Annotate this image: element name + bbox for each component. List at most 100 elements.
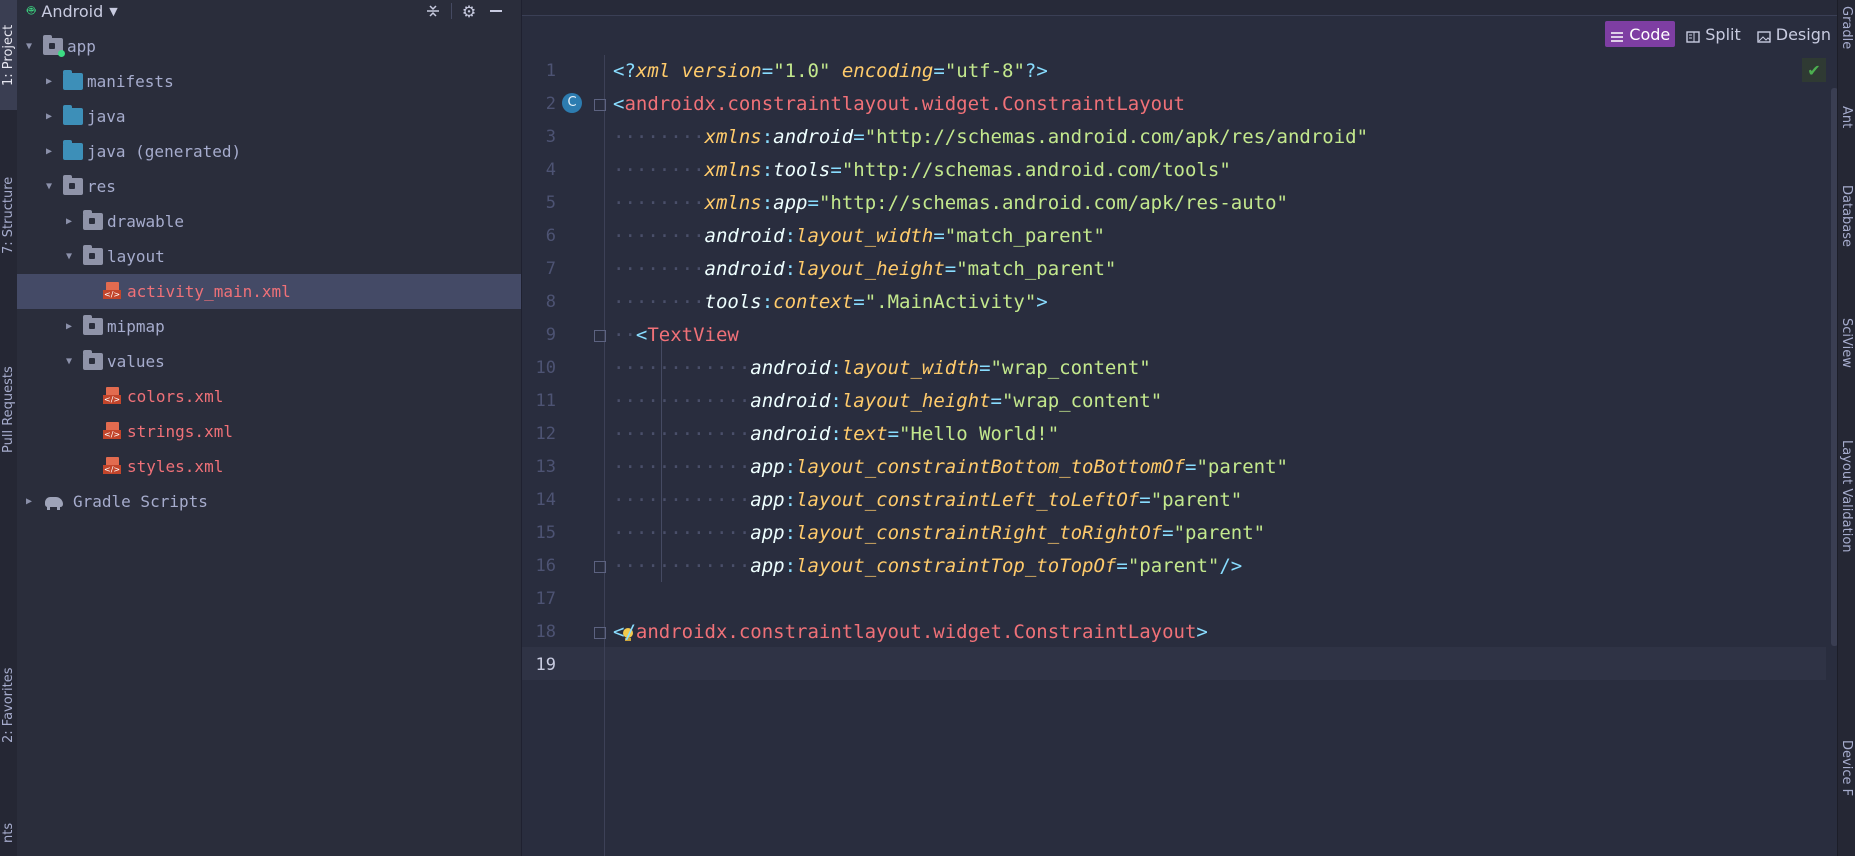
code-line[interactable]: ········xmlns:app="http://schemas.androi… bbox=[613, 187, 1288, 220]
code-token: "parent" bbox=[1196, 456, 1288, 478]
mode-design-button[interactable]: Design bbox=[1752, 21, 1836, 47]
code-line[interactable]: ············android:layout_width="wrap_c… bbox=[613, 352, 1151, 385]
tool-tab-database[interactable]: Database bbox=[1838, 185, 1855, 295]
code-token: : bbox=[784, 555, 797, 577]
code-token: androidx.constraintlayout.widget.Constra… bbox=[624, 93, 1185, 115]
tree-item-mipmap[interactable]: ▶ mipmap bbox=[17, 309, 521, 344]
fold-open-marker[interactable] bbox=[594, 330, 606, 342]
tree-item-res[interactable]: ▼ res bbox=[17, 169, 521, 204]
line-number: 7 bbox=[545, 259, 556, 279]
inspection-ok-icon[interactable]: ✔ bbox=[1802, 58, 1826, 82]
code-editor[interactable]: Code Split Design 1 2 3 4 5 6 7 8 9 10 11 12 13 14 15 16 1… bbox=[522, 0, 1838, 856]
minimize-icon[interactable] bbox=[485, 0, 507, 22]
tree-item-label: manifests bbox=[87, 72, 174, 91]
code-line[interactable]: ············app:layout_constraintLeft_to… bbox=[613, 484, 1242, 517]
gear-icon[interactable]: ⚙ bbox=[458, 0, 480, 22]
code-line[interactable]: ············app:layout_constraintRight_t… bbox=[613, 517, 1265, 550]
chevron-down-icon[interactable]: ▼ bbox=[63, 251, 75, 262]
chevron-down-icon[interactable]: ▼ bbox=[43, 181, 55, 192]
code-line[interactable]: ········xmlns:android="http://schemas.an… bbox=[613, 121, 1368, 154]
code-line[interactable]: ············android:layout_height="wrap_… bbox=[613, 385, 1162, 418]
chevron-down-icon[interactable]: ▼ bbox=[63, 356, 75, 367]
tool-tab-1-project[interactable]: 1: Project bbox=[0, 0, 17, 110]
indent-dots: ········ bbox=[613, 258, 705, 280]
folder-icon bbox=[83, 315, 103, 335]
code-token: : bbox=[784, 225, 797, 247]
tree-item-values[interactable]: ▼ values bbox=[17, 344, 521, 379]
mode-code-button[interactable]: Code bbox=[1605, 21, 1676, 47]
chevron-right-icon[interactable]: ▶ bbox=[23, 496, 35, 507]
tool-tab-gradle[interactable]: Gradle bbox=[1838, 6, 1855, 86]
chevron-right-icon[interactable]: ▶ bbox=[43, 146, 55, 157]
mode-split-button[interactable]: Split bbox=[1681, 21, 1745, 47]
chevron-right-icon[interactable]: ▶ bbox=[43, 111, 55, 122]
collapse-all-icon[interactable] bbox=[422, 0, 444, 22]
chevron-down-icon[interactable]: ▼ bbox=[23, 41, 35, 52]
mode-label: Code bbox=[1629, 24, 1671, 44]
indent-dots: ············ bbox=[613, 555, 751, 577]
line-number: 19 bbox=[535, 655, 556, 675]
fold-open-marker[interactable] bbox=[594, 99, 606, 111]
tool-tab-layout-validation[interactable]: Layout Validation bbox=[1838, 440, 1855, 640]
tree-item-java-generated[interactable]: ▶ java (generated) bbox=[17, 134, 521, 169]
fold-close-marker[interactable] bbox=[594, 627, 606, 639]
code-token: app bbox=[750, 489, 785, 511]
tool-tab-pull-requests[interactable]: Pull Requests bbox=[0, 340, 17, 480]
code-token: android bbox=[704, 258, 785, 280]
tool-tab-nts[interactable]: nts bbox=[0, 810, 17, 856]
code-line[interactable]: <androidx.constraintlayout.widget.Constr… bbox=[613, 88, 1185, 121]
code-token: "1.0" bbox=[773, 60, 831, 82]
folder-icon bbox=[83, 350, 103, 370]
indent-dots: ············ bbox=[613, 522, 751, 544]
tool-tab-ant[interactable]: Ant bbox=[1838, 106, 1855, 166]
indent-dots: ············ bbox=[613, 423, 751, 445]
fold-close-marker[interactable] bbox=[594, 561, 606, 573]
tree-item-activity-main-xml[interactable]: ▶</>activity_main.xml bbox=[17, 274, 521, 309]
tool-tab-device-f[interactable]: Device F bbox=[1838, 740, 1855, 850]
project-panel: 🤖︎ Android ▼ ⚙ ▼ app ▶ manifests ▶ java ▶ java … bbox=[17, 0, 522, 856]
tool-tab-7-structure[interactable]: 7: Structure bbox=[0, 150, 17, 280]
tree-item-gradle-scripts[interactable]: ▶ Gradle Scripts bbox=[17, 484, 521, 519]
tree-item-app[interactable]: ▼ app bbox=[17, 29, 521, 64]
class-gutter-badge[interactable]: C bbox=[562, 93, 582, 113]
line-number: 16 bbox=[535, 556, 556, 576]
code-token: xmlns bbox=[704, 159, 762, 181]
code-token: = bbox=[1116, 555, 1128, 577]
tool-tab-sciview[interactable]: SciView bbox=[1838, 318, 1855, 418]
resource-folder-icon bbox=[63, 175, 83, 195]
code-line[interactable]: <?xml version="1.0" encoding="utf-8"?> bbox=[613, 55, 1048, 88]
code-line[interactable]: ········tools:context=".MainActivity"> bbox=[613, 286, 1048, 319]
tree-item-strings-xml[interactable]: ▶</>strings.xml bbox=[17, 414, 521, 449]
chevron-right-icon[interactable]: ▶ bbox=[43, 76, 55, 87]
code-token: layout_constraintTop_toTopOf bbox=[796, 555, 1117, 577]
view-selector-dropdown[interactable]: 🤖︎ Android ▼ bbox=[27, 1, 118, 21]
code-line[interactable]: ············app:layout_constraintBottom_… bbox=[613, 451, 1288, 484]
line-number: 2 bbox=[545, 94, 556, 114]
code-line[interactable]: ············android:text="Hello World!" bbox=[613, 418, 1059, 451]
code-token: : bbox=[830, 390, 842, 412]
code-line[interactable]: ············app:layout_constraintTop_toT… bbox=[613, 550, 1242, 583]
chevron-right-icon[interactable]: ▶ bbox=[63, 216, 75, 227]
tree-item-label: values bbox=[107, 352, 165, 371]
code-line[interactable]: ········android:layout_width="match_pare… bbox=[613, 220, 1105, 253]
line-number: 4 bbox=[545, 160, 556, 180]
code-token: ?> bbox=[1024, 60, 1048, 82]
tree-item-layout[interactable]: ▼ layout bbox=[17, 239, 521, 274]
tree-item-java[interactable]: ▶ java bbox=[17, 99, 521, 134]
tree-item-colors-xml[interactable]: ▶</>colors.xml bbox=[17, 379, 521, 414]
code-line[interactable]: ··<TextView bbox=[613, 319, 739, 352]
tool-tab-2-favorites[interactable]: 2: Favorites bbox=[0, 630, 17, 780]
chevron-right-icon[interactable]: ▶ bbox=[63, 321, 75, 332]
code-line[interactable]: </androidx.constraintlayout.widget.Const… bbox=[613, 616, 1208, 649]
left-tool-strip: 1: Project 7: Structure Pull Requests 2: Fa… bbox=[0, 0, 18, 856]
tree-item-drawable[interactable]: ▶ drawable bbox=[17, 204, 521, 239]
code-line[interactable]: ········xmlns:tools="http://schemas.andr… bbox=[613, 154, 1231, 187]
indent-dots: ········ bbox=[613, 225, 705, 247]
tree-item-styles-xml[interactable]: ▶</>styles.xml bbox=[17, 449, 521, 484]
indent-dots: ········ bbox=[613, 192, 705, 214]
code-token: : bbox=[784, 258, 797, 280]
tree-item-manifests[interactable]: ▶ manifests bbox=[17, 64, 521, 99]
code-token: "Hello World!" bbox=[899, 423, 1060, 445]
code-line[interactable]: ········android:layout_height="match_par… bbox=[613, 253, 1116, 286]
code-token: = bbox=[830, 159, 842, 181]
